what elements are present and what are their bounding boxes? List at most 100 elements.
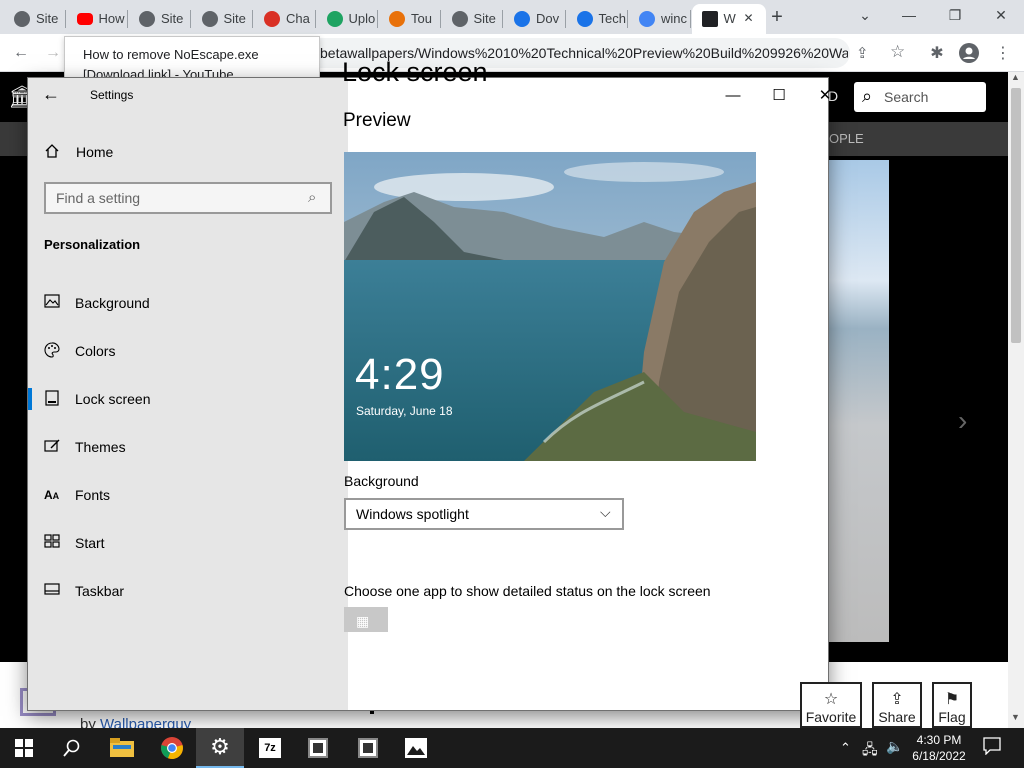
- profile-avatar-icon[interactable]: [958, 42, 980, 64]
- tab-10[interactable]: winc: [629, 4, 690, 34]
- nav-lock-screen[interactable]: Lock screen: [28, 379, 348, 419]
- nav-label: Start: [75, 535, 105, 551]
- restore-browser-button[interactable]: ❐: [932, 0, 978, 30]
- tab-7[interactable]: Site: [442, 4, 503, 34]
- tab-label: Site: [223, 11, 246, 26]
- button-label: Favorite: [805, 709, 857, 725]
- taskbar-date: 6/18/2022: [912, 749, 966, 763]
- tab-3[interactable]: Site: [192, 4, 253, 34]
- museum-icon: [701, 11, 718, 27]
- nav-fonts[interactable]: AA Fonts: [28, 475, 348, 515]
- share-page-icon[interactable]: ⇪: [856, 44, 869, 62]
- minimize-browser-button[interactable]: —: [886, 0, 932, 30]
- tab-2[interactable]: Site: [129, 4, 190, 34]
- notifications-icon[interactable]: [983, 737, 1001, 756]
- nav-themes[interactable]: Themes: [28, 427, 348, 467]
- calendar-icon: ▦: [356, 613, 370, 629]
- volume-icon[interactable]: 🔈: [886, 738, 903, 755]
- tab-label: winc: [661, 11, 688, 26]
- share-button[interactable]: ⇪ Share: [872, 682, 922, 728]
- 7zip-icon[interactable]: 7z: [246, 728, 294, 768]
- tab-9[interactable]: Tech: [567, 4, 628, 34]
- next-arrow-icon[interactable]: ›: [958, 405, 967, 437]
- back-arrow-icon[interactable]: ←: [42, 84, 64, 106]
- favorite-button[interactable]: ☆ Favorite: [800, 682, 862, 728]
- nav-label: Colors: [75, 343, 116, 359]
- tab-label: Site: [473, 11, 496, 26]
- nav-label: Fonts: [75, 487, 111, 503]
- google-icon: [639, 11, 655, 27]
- site-logo-icon[interactable]: 🏛: [8, 84, 36, 110]
- start-icon: [44, 534, 62, 552]
- scroll-up-icon[interactable]: ▲: [1011, 72, 1020, 82]
- wallpaper-image[interactable]: [826, 160, 889, 642]
- tab-separator: [627, 10, 628, 28]
- app-mask-icon-2[interactable]: [344, 728, 392, 768]
- file-explorer-icon[interactable]: [98, 728, 146, 768]
- chrome-icon[interactable]: [148, 728, 196, 768]
- new-tab-button[interactable]: +: [754, 2, 800, 32]
- tab-label: Cha: [286, 11, 310, 26]
- image-icon: [44, 294, 62, 312]
- scroll-down-icon[interactable]: ▼: [1011, 712, 1020, 722]
- tab-label: Site: [161, 11, 184, 26]
- close-icon[interactable]: ✕: [810, 82, 840, 108]
- close-tab-icon[interactable]: ✕: [744, 11, 754, 25]
- tab-separator: [689, 10, 691, 28]
- tab-separator: [252, 10, 253, 28]
- app-mask-icon-1[interactable]: [294, 728, 342, 768]
- globe-icon: [451, 11, 468, 27]
- find-setting-input[interactable]: Find a setting ⌕: [44, 182, 332, 214]
- tab-search-icon[interactable]: ⌄: [842, 0, 888, 30]
- home-icon: [44, 143, 62, 161]
- taskbar-search-icon[interactable]: [48, 728, 96, 768]
- taskbar-clock[interactable]: 4:30 PM 6/18/2022: [908, 732, 970, 764]
- tab-1[interactable]: How: [67, 4, 128, 34]
- download-icon: [514, 11, 530, 27]
- button-label: Flag: [938, 709, 966, 725]
- windows-taskbar: ⚙ 7z ⌃ 🖧 🔈: [0, 728, 1024, 768]
- tab-5[interactable]: Uplo: [317, 4, 378, 34]
- site-search-input[interactable]: ⌕ Search: [854, 82, 986, 112]
- globe-icon: [14, 11, 30, 27]
- tooltip-line-1: How to remove NoEscape.exe: [83, 47, 259, 62]
- taskbar-icon: [44, 582, 62, 600]
- settings-taskbar-gear-icon[interactable]: ⚙: [196, 728, 244, 768]
- find-setting-placeholder: Find a setting: [56, 190, 141, 206]
- show-hidden-icons-icon[interactable]: ⌃: [840, 740, 851, 756]
- network-icon[interactable]: 🖧: [862, 739, 878, 763]
- photos-icon[interactable]: [392, 728, 440, 768]
- triangle-icon: [576, 11, 593, 27]
- scrollbar-thumb[interactable]: [1011, 88, 1021, 343]
- nav-background[interactable]: Background: [28, 283, 348, 323]
- nav-label: Taskbar: [75, 583, 125, 599]
- tab-label: Tou: [411, 11, 432, 26]
- nav-home[interactable]: Home: [28, 132, 348, 172]
- site-nav-people[interactable]: OPLE: [829, 131, 864, 146]
- tab-4[interactable]: Cha: [254, 4, 315, 34]
- start-button[interactable]: [0, 728, 48, 768]
- tab-separator: [439, 10, 441, 28]
- minimize-icon[interactable]: —: [718, 82, 748, 108]
- bookmark-star-icon[interactable]: ☆: [890, 42, 905, 62]
- background-dropdown[interactable]: Windows spotlight ⌵: [344, 498, 624, 530]
- tab-separator: [502, 10, 503, 28]
- browser-menu-icon[interactable]: ⋮: [992, 42, 1014, 64]
- flag-button[interactable]: ⚑ Flag: [932, 682, 972, 728]
- nav-taskbar[interactable]: Taskbar: [28, 571, 348, 611]
- back-icon[interactable]: ←: [10, 42, 32, 64]
- nav-start[interactable]: Start: [28, 523, 348, 563]
- forward-icon[interactable]: →: [42, 42, 64, 64]
- nav-colors[interactable]: Colors: [28, 331, 348, 371]
- tab-8[interactable]: Dov: [504, 4, 565, 34]
- close-browser-button[interactable]: ✕: [978, 0, 1024, 30]
- tab-6[interactable]: Tou: [379, 4, 440, 34]
- maximize-icon[interactable]: ☐: [764, 82, 794, 108]
- extensions-icon[interactable]: ✱: [926, 42, 948, 64]
- tab-separator: [314, 10, 316, 28]
- youtube-icon: [76, 13, 93, 25]
- tab-0[interactable]: Site: [4, 4, 65, 34]
- calendar-app-button[interactable]: ▦: [344, 607, 388, 632]
- search-placeholder: Search: [884, 89, 929, 105]
- nav-home-label: Home: [76, 144, 114, 160]
